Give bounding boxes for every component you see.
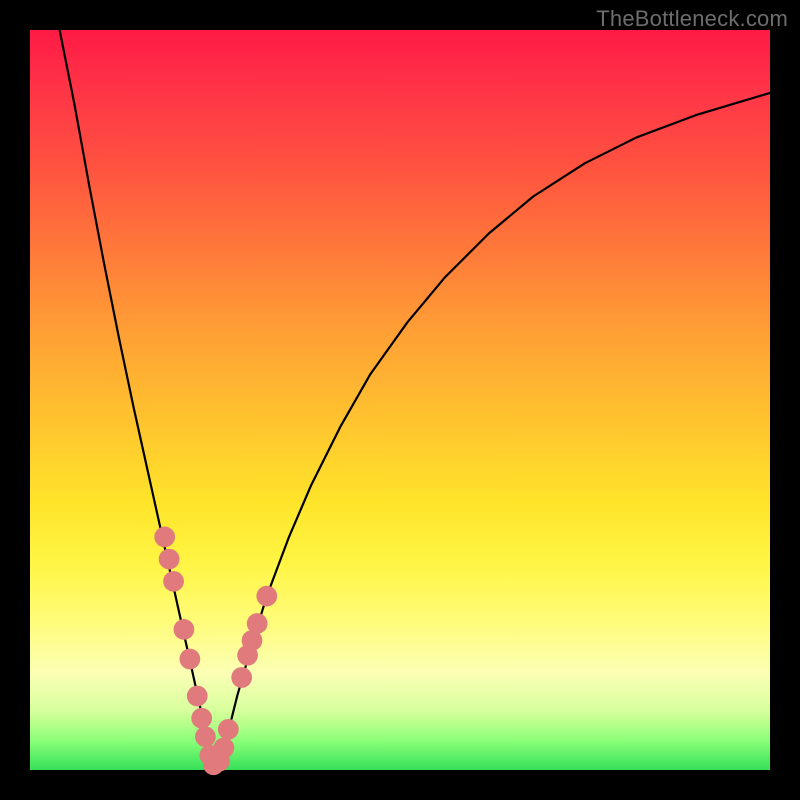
marker-point xyxy=(231,667,252,688)
marker-point xyxy=(154,527,175,548)
marker-point xyxy=(159,549,180,570)
marker-layer xyxy=(154,527,277,776)
marker-point xyxy=(174,619,195,640)
marker-point xyxy=(163,571,184,592)
curve-layer xyxy=(60,30,770,770)
marker-point xyxy=(218,719,239,740)
marker-point xyxy=(187,686,208,707)
marker-point xyxy=(179,649,200,670)
marker-point xyxy=(256,586,277,607)
watermark-text: TheBottleneck.com xyxy=(596,6,788,32)
chart-frame: TheBottleneck.com xyxy=(0,0,800,800)
curve-right-branch xyxy=(215,93,770,770)
marker-point xyxy=(247,613,268,634)
plot-area xyxy=(30,30,770,770)
chart-svg xyxy=(30,30,770,770)
marker-point xyxy=(214,737,235,758)
marker-point xyxy=(195,726,216,747)
marker-point xyxy=(191,708,212,729)
